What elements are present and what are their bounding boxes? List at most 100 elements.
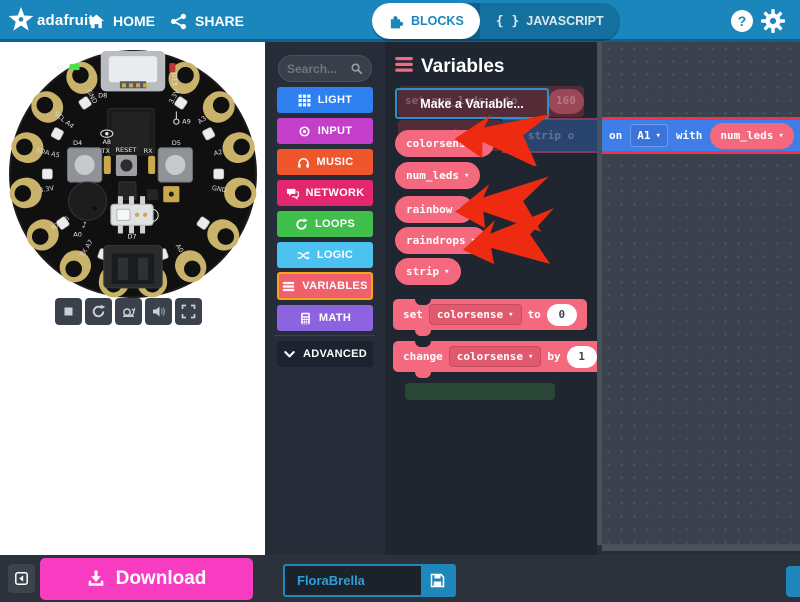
calculator-icon [299,312,312,325]
undo-button[interactable] [786,566,800,597]
grid-icon [298,94,311,107]
top-menu-bar: adafruit HOME SHARE BLOCKS { } JAVASCRIP… [0,0,800,42]
toolbox-divider [275,335,375,336]
set-variable-block[interactable]: set colorsense ▾ to 0 [393,299,587,330]
pin-dropdown[interactable]: A1 ▾ [630,124,668,147]
variable-pill-num-leds[interactable]: num_leds ▾ [710,123,793,149]
variable-dropdown[interactable]: colorsense ▾ [429,304,522,325]
restart-button[interactable] [85,298,112,325]
home-button[interactable]: HOME [78,0,165,42]
category-label: ADVANCED [303,348,367,360]
svg-text:D7: D7 [127,233,136,241]
variable-pill-rainbow[interactable]: rainbow▾ [395,196,474,223]
vertical-scrollbar[interactable] [597,42,602,545]
variable-pill-label: raindrops [406,234,466,247]
flyout-title: Variables [421,56,504,78]
create-strip-block[interactable]: on A1 ▾ with num_leds ▾ pix [602,117,800,154]
toolbox-category-loops[interactable]: LOOPS [277,211,373,237]
number-input[interactable]: 0 [547,304,577,326]
make-a-variable-button[interactable]: Make a Variable... [395,88,549,119]
fullscreen-button[interactable] [175,298,202,325]
toolbox-category-math[interactable]: MATH [277,305,373,331]
dropdown-arrow-icon: ▾ [464,171,469,181]
stop-button[interactable] [55,298,82,325]
dropdown-arrow-icon: ▾ [444,267,449,277]
toolbox-category-network[interactable]: NETWORK [277,180,373,206]
to-keyword: to [528,308,541,321]
dropdown-arrow-icon: ▾ [656,131,661,141]
share-icon [170,13,187,30]
download-button[interactable]: Download [40,558,253,600]
power-led [69,64,79,70]
svg-text:D4: D4 [73,139,82,147]
download-icon [87,570,105,588]
simulator-toolbar [55,298,202,325]
category-label: LIGHT [318,94,353,106]
tab-blocks[interactable]: BLOCKS [372,3,480,39]
collapse-icon [14,571,29,586]
save-icon [430,573,445,588]
toolbox-category-music[interactable]: MUSIC [277,149,373,175]
loop-icon [295,218,308,231]
reset-button[interactable] [116,155,137,176]
button-b[interactable] [158,148,192,182]
rx-pad [148,156,155,174]
category-label: LOGIC [317,249,353,261]
braces-icon: { } [496,14,519,29]
search-input[interactable] [287,62,350,76]
d13-led [169,63,175,72]
save-project-button[interactable] [421,566,454,595]
battery-connector [104,246,162,288]
lines-icon [395,57,413,77]
svg-text:A0: A0 [73,230,82,238]
toolbox-category-variables[interactable]: VARIABLES [277,272,373,300]
tab-javascript[interactable]: { } JAVASCRIPT [480,3,620,39]
project-name-input[interactable] [285,566,421,595]
svg-text:D5: D5 [172,139,181,147]
dropdown-arrow-icon: ▾ [508,310,513,320]
variable-pill-num_leds[interactable]: num_leds ▾ [395,162,480,189]
toolbox-category-light[interactable]: LIGHT [277,87,373,113]
svg-text:D8: D8 [98,91,107,99]
share-button[interactable]: SHARE [160,0,254,42]
variable-dropdown[interactable]: colorsense ▾ [449,346,542,367]
toolbox-search[interactable] [278,55,372,82]
workspace[interactable]: on A1 ▾ with num_leds ▾ pix [597,42,800,555]
block-toolbox: LIGHT INPUT MUSIC NETWORK LOOPS LOGIC VARIABLE… [265,42,385,555]
home-label: HOME [113,13,155,29]
horizontal-scrollbar[interactable] [602,544,800,551]
question-icon: ? [738,13,747,29]
target-icon [298,125,311,138]
variable-pill-raindrops[interactable]: raindrops▾ [395,227,487,254]
with-keyword: with [676,129,703,142]
slow-motion-button[interactable] [115,298,142,325]
toolbox-category-logic[interactable]: LOGIC [277,242,373,268]
number-input[interactable]: 1 [567,346,597,368]
block-bump [415,372,431,378]
collapse-simulator-button[interactable] [8,564,35,593]
block-notch [415,341,431,347]
settings-button[interactable] [761,9,785,33]
help-button[interactable]: ? [731,10,753,32]
toolbox-category-advanced[interactable]: ADVANCED [277,341,373,367]
flyout-header: Variables [395,56,504,78]
change-variable-block[interactable]: change colorsense ▾ by 1 [393,341,597,372]
svg-text:RESET: RESET [115,146,137,154]
variable-pill-strip[interactable]: strip ▾ [395,258,461,285]
editor-mode-toggle: BLOCKS { } JAVASCRIPT [372,3,620,39]
stop-icon [61,304,76,319]
gear-icon [761,9,785,33]
button-a[interactable] [67,148,101,182]
variable-pill-label: num_leds [406,169,459,182]
svg-text:D13: D13 [170,73,178,86]
chat-icon [286,187,299,200]
share-label: SHARE [195,13,244,29]
mute-button[interactable] [145,298,172,325]
dimmed-green-block [405,383,555,400]
toolbox-category-input[interactable]: INPUT [277,118,373,144]
small-chip [147,189,158,200]
variable-pill-label: strip [406,265,439,278]
variable-pill-colorsense[interactable]: colorsense▾ [395,130,494,157]
javascript-tab-label: JAVASCRIPT [526,14,603,28]
circuit-playground-board[interactable]: GNDSCL A4SDA A53.3VRX A6TX A7GND3.3VA3A2… [7,48,259,300]
